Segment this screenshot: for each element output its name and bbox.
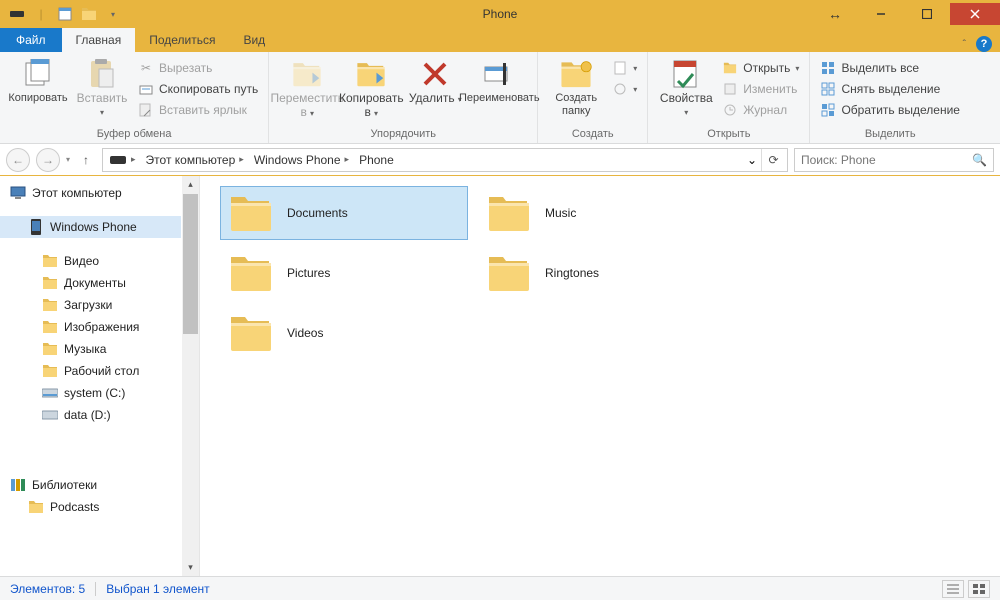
file-item-pictures[interactable]: Pictures — [220, 246, 468, 300]
edit-button[interactable]: Изменить — [718, 79, 803, 99]
sidebar-item-windowsphone[interactable]: Windows Phone — [0, 216, 181, 238]
breadcrumb-l2[interactable]: Phone — [355, 153, 398, 167]
tab-share[interactable]: Поделиться — [135, 28, 229, 52]
search-input[interactable] — [801, 153, 972, 167]
collapse-ribbon-icon[interactable]: ˆ — [963, 39, 966, 50]
sidebar-item-libraries[interactable]: Библиотеки — [0, 474, 181, 496]
file-item-ringtones[interactable]: Ringtones — [478, 246, 726, 300]
file-list[interactable]: Documents Music Pictures Ringtones Video… — [200, 176, 1000, 576]
group-open: Свойства▾ Открыть ▾ Изменить Журнал Откр… — [648, 52, 810, 143]
navigation-pane[interactable]: Этот компьютер Windows Phone Видео Докум… — [0, 176, 200, 576]
address-dropdown-icon[interactable]: ⌄ — [747, 153, 761, 167]
folder-icon — [487, 191, 531, 235]
help-icon[interactable]: ? — [976, 36, 992, 52]
sidebar-item-data-d[interactable]: data (D:) — [0, 404, 181, 426]
folder-icon — [229, 311, 273, 355]
sidebar-item-pictures[interactable]: Изображения — [0, 316, 181, 338]
search-icon[interactable]: 🔍 — [972, 153, 987, 167]
status-divider — [95, 582, 96, 596]
sidebar-item-videos[interactable]: Видео — [0, 250, 181, 272]
breadcrumb-root[interactable]: Этот компьютер▸ — [142, 153, 250, 167]
delete-button[interactable]: Удалить ▾ — [403, 54, 467, 106]
recent-locations-icon[interactable]: ▾ — [66, 155, 70, 164]
folder-icon — [229, 191, 273, 235]
folder-icon — [487, 251, 531, 295]
qat-newfolder-icon[interactable] — [78, 3, 100, 25]
rename-button[interactable]: Переименовать — [467, 54, 531, 105]
sidebar-item-podcasts[interactable]: Podcasts — [0, 496, 181, 518]
status-selected-count: Выбран 1 элемент — [106, 582, 209, 596]
tab-home[interactable]: Главная — [62, 28, 136, 52]
scrollbar-thumb[interactable] — [183, 194, 198, 334]
scroll-down-icon[interactable]: ▾ — [182, 559, 199, 576]
file-item-documents[interactable]: Documents — [220, 186, 468, 240]
select-none-button[interactable]: Снять выделение — [816, 79, 964, 99]
resize-drag-icon[interactable]: ↔ — [812, 3, 858, 25]
forward-button[interactable]: → — [36, 148, 60, 172]
sidebar-item-system-c[interactable]: system (C:) — [0, 382, 181, 404]
sidebar-item-desktop[interactable]: Рабочий стол — [0, 360, 181, 382]
move-to-button[interactable]: Переместить в ▾ — [275, 54, 339, 120]
close-button[interactable] — [950, 3, 1000, 25]
ribbon-tabs: Файл Главная Поделиться Вид ˆ ? — [0, 28, 1000, 52]
quick-access-toolbar: | ▾ — [6, 3, 124, 25]
status-item-count: Элементов: 5 — [10, 582, 85, 596]
sidebar-item-thispc[interactable]: Этот компьютер — [0, 182, 181, 204]
invert-selection-button[interactable]: Обратить выделение — [816, 100, 964, 120]
group-organize: Переместить в ▾ Копировать в ▾ Удалить ▾… — [269, 52, 538, 143]
minimize-button[interactable] — [858, 3, 904, 25]
scroll-up-icon[interactable]: ▴ — [182, 176, 199, 193]
refresh-button[interactable]: ⟳ — [761, 149, 785, 171]
folder-icon — [229, 251, 273, 295]
easy-access-button[interactable]: ▾ — [608, 79, 641, 99]
select-all-button[interactable]: Выделить все — [816, 58, 964, 78]
titlebar: | ▾ Phone ↔ — [0, 0, 1000, 28]
qat-sep: | — [30, 3, 52, 25]
properties-button[interactable]: Свойства▾ — [654, 54, 718, 119]
up-button[interactable]: ↑ — [76, 150, 96, 170]
address-bar[interactable]: ▸ Этот компьютер▸ Windows Phone▸ Phone ⌄… — [102, 148, 788, 172]
maximize-button[interactable] — [904, 3, 950, 25]
search-box[interactable]: 🔍 — [794, 148, 994, 172]
copy-button[interactable]: Копировать — [6, 54, 70, 105]
new-item-button[interactable]: ▾ — [608, 58, 641, 78]
view-large-icons-button[interactable] — [968, 580, 990, 598]
group-select: Выделить все Снять выделение Обратить вы… — [810, 52, 970, 143]
cut-button[interactable]: ✂Вырезать — [134, 58, 262, 78]
history-button[interactable]: Журнал — [718, 100, 803, 120]
breadcrumb-l1[interactable]: Windows Phone▸ — [250, 153, 355, 167]
paste-shortcut-button[interactable]: Вставить ярлык — [134, 100, 262, 120]
copy-to-button[interactable]: Копировать в ▾ — [339, 54, 403, 120]
new-folder-button[interactable]: Создать папку — [544, 54, 608, 118]
view-details-button[interactable] — [942, 580, 964, 598]
tab-view[interactable]: Вид — [229, 28, 279, 52]
qat-device-icon[interactable] — [6, 3, 28, 25]
content-body: Этот компьютер Windows Phone Видео Докум… — [0, 176, 1000, 576]
sidebar-item-documents[interactable]: Документы — [0, 272, 181, 294]
sidebar-item-downloads[interactable]: Загрузки — [0, 294, 181, 316]
sidebar-item-music[interactable]: Музыка — [0, 338, 181, 360]
file-item-music[interactable]: Music — [478, 186, 726, 240]
paste-button[interactable]: Вставить▾ — [70, 54, 134, 119]
open-button[interactable]: Открыть ▾ — [718, 58, 803, 78]
ribbon: Копировать Вставить▾ ✂Вырезать Скопирова… — [0, 52, 1000, 144]
qat-dropdown-icon[interactable]: ▾ — [102, 3, 124, 25]
qat-properties-icon[interactable] — [54, 3, 76, 25]
status-bar: Элементов: 5 Выбран 1 элемент — [0, 576, 1000, 600]
group-new: Создать папку ▾ ▾ Создать — [538, 52, 648, 143]
file-item-videos[interactable]: Videos — [220, 306, 468, 360]
back-button[interactable]: ← — [6, 148, 30, 172]
copy-path-button[interactable]: Скопировать путь — [134, 79, 262, 99]
device-icon — [109, 155, 127, 165]
group-clipboard: Копировать Вставить▾ ✂Вырезать Скопирова… — [0, 52, 269, 143]
navigation-bar: ← → ▾ ↑ ▸ Этот компьютер▸ Windows Phone▸… — [0, 144, 1000, 176]
file-menu[interactable]: Файл — [0, 28, 62, 52]
